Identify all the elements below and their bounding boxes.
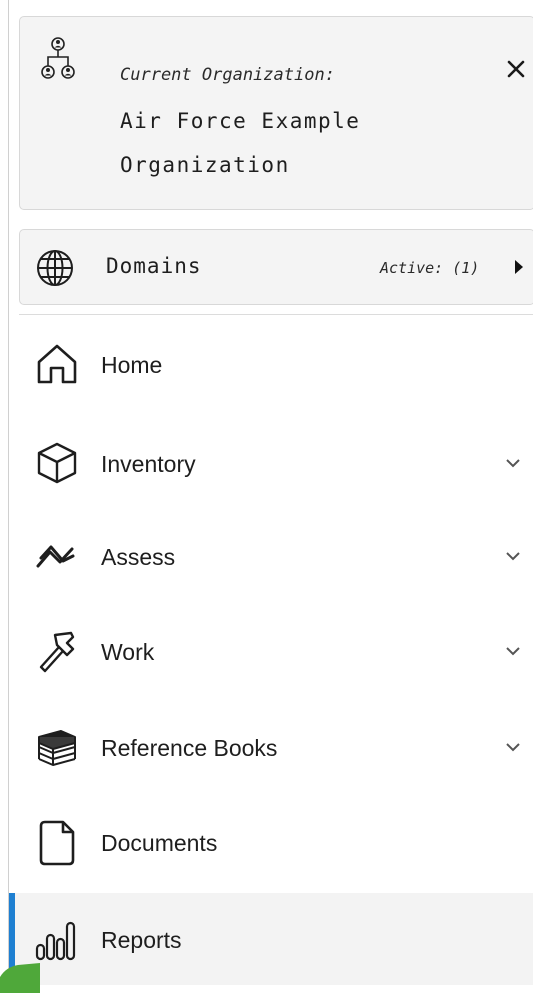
- domains-selector[interactable]: Domains Active: (1): [19, 229, 533, 305]
- nav-item-label: Work: [101, 639, 155, 665]
- nav-item-assess[interactable]: Assess: [9, 510, 533, 602]
- nav-item-inventory[interactable]: Inventory: [9, 417, 533, 509]
- nav-item-reports[interactable]: Reports: [9, 893, 533, 985]
- nav-item-home[interactable]: Home: [9, 318, 533, 410]
- nav-item-label: Documents: [101, 830, 218, 856]
- caret-right-icon: [515, 260, 523, 274]
- domains-active-count: Active: (1): [380, 259, 480, 277]
- decorative-corner-shape: [0, 963, 40, 993]
- side-navigation-panel: Current Organization: Air Force Example …: [8, 0, 533, 993]
- nav-item-documents[interactable]: Documents: [9, 796, 533, 888]
- close-icon[interactable]: [504, 57, 528, 81]
- chevron-down-icon[interactable]: [505, 457, 521, 469]
- trend-icon: [36, 545, 75, 568]
- chevron-down-icon[interactable]: [505, 550, 521, 562]
- home-icon: [37, 344, 77, 384]
- nav-item-reference-books[interactable]: Reference Books: [9, 701, 533, 793]
- nav-item-label: Reference Books: [101, 735, 278, 761]
- nav-item-label: Home: [101, 352, 163, 378]
- current-organization-label: Current Organization:: [120, 65, 335, 85]
- cube-icon: [37, 442, 77, 484]
- nav-item-label: Inventory: [101, 451, 196, 477]
- current-organization-name: Air Force Example Organization: [120, 109, 361, 177]
- section-divider: [19, 314, 533, 315]
- document-icon: [39, 820, 75, 866]
- chevron-down-icon[interactable]: [505, 645, 521, 657]
- nav-item-label: Reports: [101, 927, 182, 953]
- bar-chart-icon: [35, 921, 76, 961]
- chevron-down-icon[interactable]: [505, 741, 521, 753]
- current-organization-card: Current Organization: Air Force Example …: [19, 16, 533, 210]
- books-icon: [38, 730, 76, 766]
- hammer-icon: [39, 631, 75, 673]
- nav-item-work[interactable]: Work: [9, 605, 533, 697]
- nav-item-label: Assess: [101, 544, 176, 570]
- organization-hierarchy-icon: [41, 37, 75, 79]
- domains-label: Domains: [106, 254, 202, 278]
- globe-icon: [37, 250, 73, 286]
